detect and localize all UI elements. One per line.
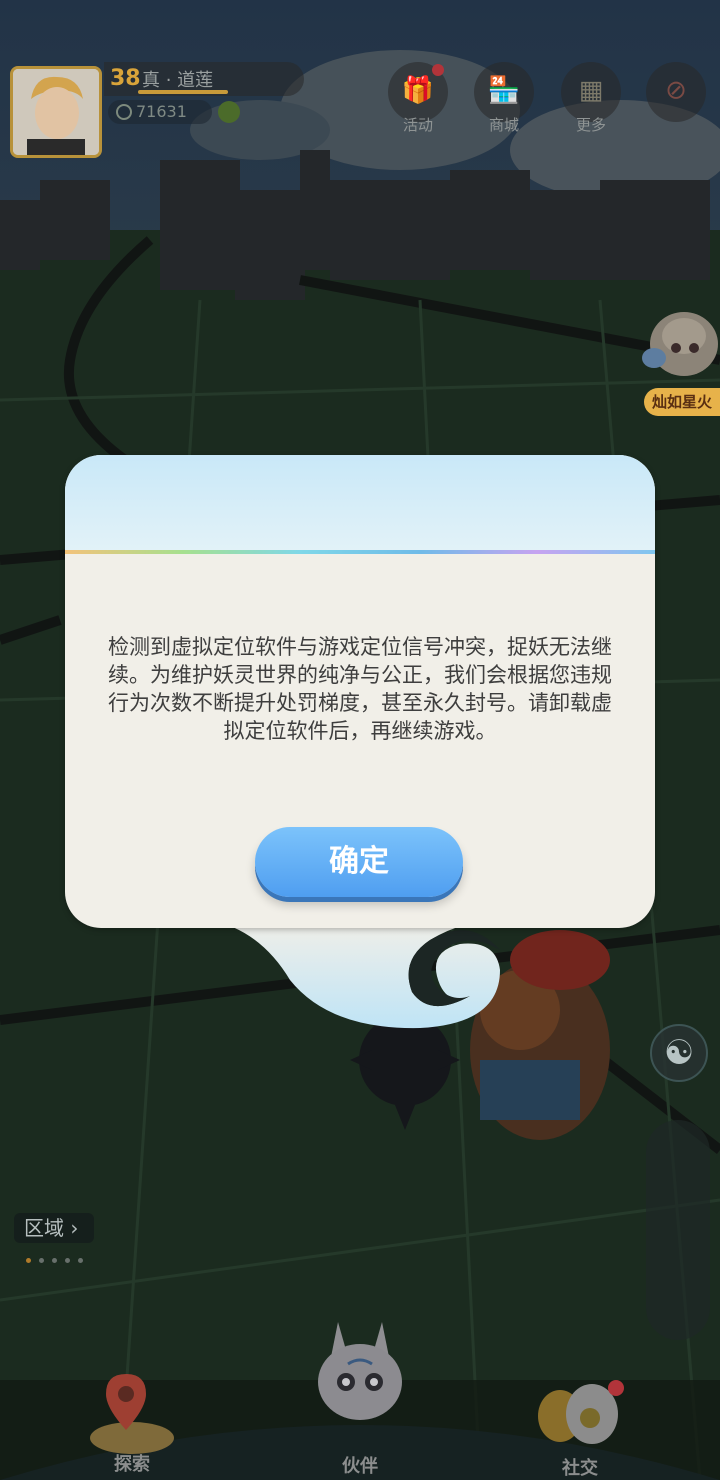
- player-avatar[interactable]: [10, 66, 102, 158]
- dialog-divider: [65, 550, 655, 554]
- page-dot: [65, 1258, 70, 1263]
- coin-icon: [116, 104, 132, 120]
- event-banner-label[interactable]: 灿如星火: [644, 388, 720, 416]
- coin-count: 71631: [136, 102, 187, 121]
- page-dot: [26, 1258, 31, 1263]
- events-label: 活动: [402, 116, 433, 134]
- dialog-header: [65, 455, 655, 551]
- dialog-message: 检测到虚拟定位软件与游戏定位信号冲突，捉妖无法继续。为维护妖灵世界的纯净与公正，…: [108, 635, 612, 743]
- nav-label-partner[interactable]: 伙伴: [342, 1452, 378, 1478]
- map-pin-icon[interactable]: [86, 1368, 178, 1460]
- shop-button[interactable]: 🏪: [474, 62, 534, 122]
- side-slot-panel: [646, 1120, 710, 1340]
- social-notification-dot: [608, 1380, 624, 1396]
- more-label: 更多: [575, 116, 606, 134]
- gem-icon[interactable]: [218, 101, 240, 123]
- region-button[interactable]: 区域 ›: [14, 1213, 94, 1243]
- confirm-button[interactable]: 确定: [255, 827, 463, 897]
- nav-label-explore[interactable]: 探索: [114, 1450, 150, 1476]
- page-dot: [78, 1258, 83, 1263]
- compass-lock-icon: ⊘: [665, 75, 687, 106]
- spirit-icon[interactable]: [308, 1312, 412, 1422]
- more-icon: ▦: [578, 75, 604, 106]
- taiji-icon[interactable]: ☯: [650, 1024, 708, 1082]
- page-dots: [26, 1248, 91, 1267]
- location-warning-dialog: 检测到虚拟定位软件与游戏定位信号冲突，捉妖无法继续。为维护妖灵世界的纯净与公正，…: [65, 455, 655, 928]
- more-button[interactable]: ▦: [561, 62, 621, 122]
- region-label: 区域: [24, 1216, 64, 1240]
- page-dot: [52, 1258, 57, 1263]
- page-dot: [39, 1258, 44, 1263]
- nav-label-social[interactable]: 社交: [562, 1454, 598, 1480]
- shop-icon: 🏪: [487, 75, 521, 106]
- avatar-portrait: [13, 69, 99, 155]
- gift-icon: 🎁: [401, 75, 435, 106]
- xp-bar: [138, 90, 228, 94]
- notification-dot: [432, 64, 444, 76]
- shop-label: 商城: [488, 116, 519, 134]
- event-character-icon[interactable]: [640, 298, 720, 384]
- player-name: 真 · 道莲: [142, 70, 214, 91]
- chevron-right-icon: ›: [70, 1216, 79, 1240]
- player-level: 38: [110, 66, 141, 91]
- compass-button[interactable]: ⊘: [646, 62, 706, 122]
